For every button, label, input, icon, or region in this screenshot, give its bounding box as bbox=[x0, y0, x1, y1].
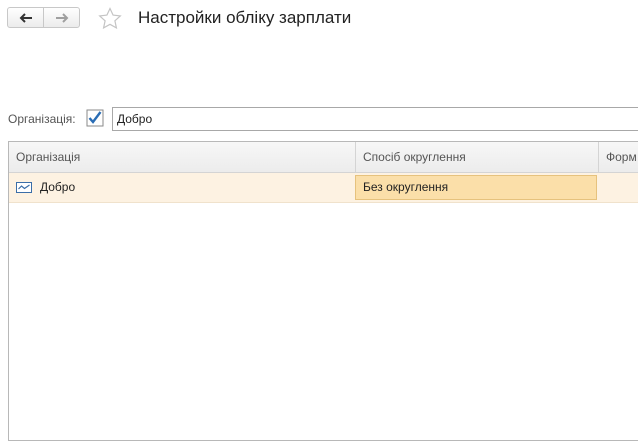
arrow-right-icon bbox=[55, 12, 68, 23]
table-row[interactable]: Добро Без округлення bbox=[9, 173, 638, 203]
table-header: Організація Спосіб округлення Форм bbox=[9, 142, 638, 173]
arrow-left-icon bbox=[19, 12, 32, 23]
star-outline-icon bbox=[98, 7, 122, 30]
settings-table: Організація Спосіб округлення Форм Добро… bbox=[8, 141, 638, 441]
page-title: Настройки обліку зарплати bbox=[138, 8, 352, 27]
rounding-method-cell[interactable]: Без округлення bbox=[355, 175, 597, 200]
navigation-buttons bbox=[7, 7, 80, 28]
organization-filter-input[interactable]: Добро bbox=[112, 107, 638, 131]
column-header-rounding-method[interactable]: Спосіб округлення bbox=[355, 142, 598, 172]
organization-filter-checkbox[interactable] bbox=[86, 109, 104, 127]
column-header-format[interactable]: Форм bbox=[598, 142, 638, 172]
favorite-button[interactable] bbox=[98, 7, 122, 30]
checkmark-icon bbox=[86, 109, 104, 127]
organization-icon bbox=[16, 182, 32, 193]
column-header-organization[interactable]: Організація bbox=[9, 142, 355, 172]
forward-button[interactable] bbox=[43, 8, 79, 27]
back-button[interactable] bbox=[8, 8, 43, 27]
organization-filter-label: Організація: bbox=[8, 112, 76, 126]
organization-cell: Добро bbox=[40, 180, 76, 194]
